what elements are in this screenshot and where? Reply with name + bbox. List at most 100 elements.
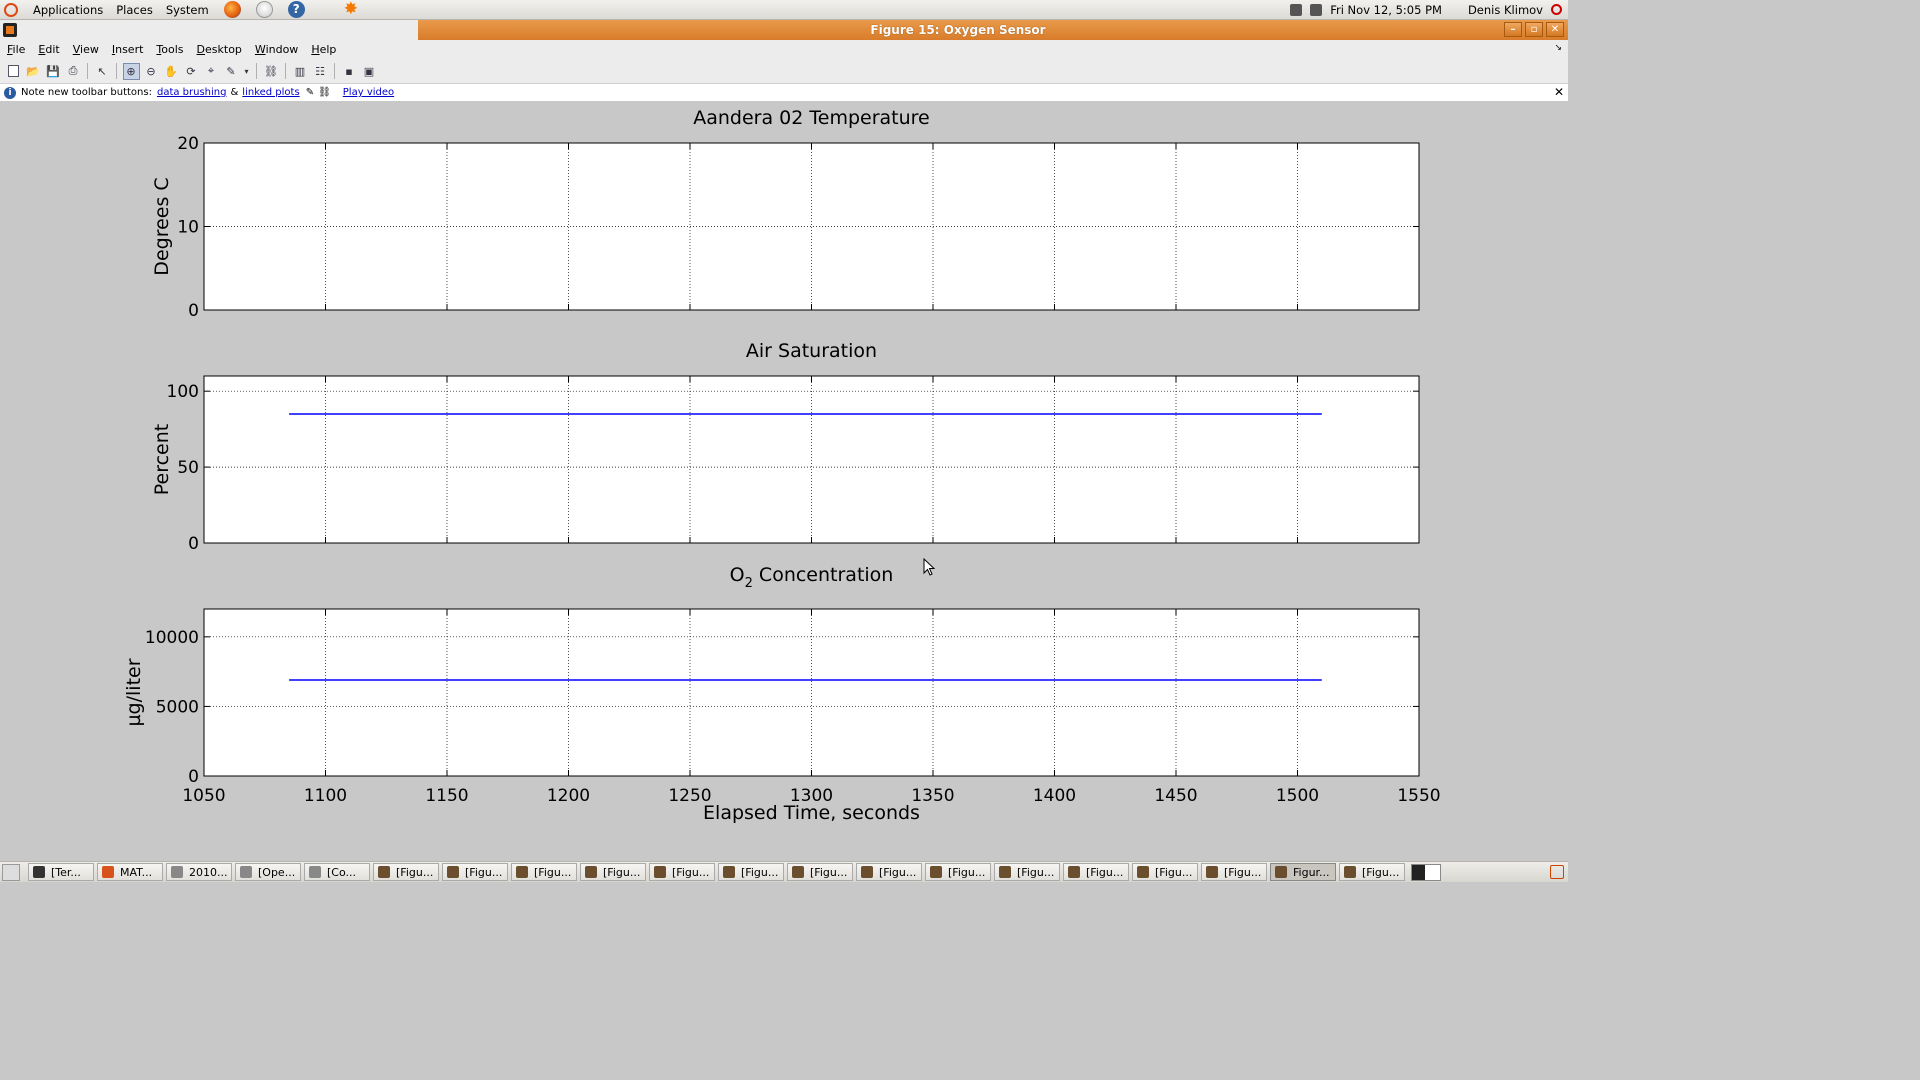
y-axis-label: Percent (151, 424, 173, 496)
firefox-icon[interactable] (223, 1, 241, 18)
taskbar-item-label: [Figu... (1017, 865, 1055, 879)
zoom-in-icon[interactable]: ⊕ (122, 62, 140, 80)
taskbar-item[interactable]: [Figu... (1339, 863, 1405, 881)
minimize-button[interactable]: – (1504, 22, 1522, 37)
taskbar-item[interactable]: [Figu... (1201, 863, 1267, 881)
show-plot-tools-icon[interactable]: ▣ (361, 63, 378, 80)
power-icon[interactable] (1551, 4, 1562, 15)
taskbar-item[interactable]: [Figu... (787, 863, 853, 881)
mail-icon[interactable] (255, 1, 273, 18)
close-button[interactable]: ✕ (1546, 22, 1564, 37)
x-tick-label: 1550 (1397, 786, 1440, 806)
volume-icon[interactable] (1310, 3, 1323, 16)
taskbar-item[interactable]: [Figu... (649, 863, 715, 881)
matlab-figure-icon[interactable] (3, 23, 17, 37)
menu-insert[interactable]: Insert (112, 43, 144, 56)
ubuntu-logo-icon[interactable] (4, 2, 18, 17)
data-cursor-icon[interactable]: ⌖ (203, 63, 220, 80)
taskbar-item[interactable]: 2010... (166, 863, 232, 881)
taskbar-item[interactable]: [Ope... (235, 863, 301, 881)
top-panel: Applications Places System ? ✸ Fri Nov 1… (0, 0, 1568, 20)
window-titlebar[interactable]: Figure 15: Oxygen Sensor – ▫ ✕ (0, 20, 1568, 40)
menu-window[interactable]: Window (255, 43, 298, 56)
figure-canvas[interactable]: 0 10 20 Aandera 02 Temperature Degrees C 0 50 1… (0, 101, 1568, 859)
taskbar-item-label: [Figu... (1086, 865, 1124, 879)
infobar-close-icon[interactable]: ✕ (1554, 85, 1564, 99)
brush-dropdown-icon[interactable]: ▾ (243, 63, 251, 80)
info-icon: i (4, 86, 16, 99)
help-icon[interactable]: ? (287, 1, 305, 18)
user-name[interactable]: Denis Klimov (1468, 3, 1543, 17)
insert-colorbar-icon[interactable]: ▥ (292, 63, 309, 80)
y-tick-label: 50 (177, 458, 199, 478)
taskbar-item-label: [Figu... (810, 865, 848, 879)
clock[interactable]: Fri Nov 12, 5:05 PM (1330, 3, 1442, 17)
menu-help[interactable]: Help (311, 43, 336, 56)
system-menu[interactable]: System (166, 3, 209, 17)
fig-window-icon (1068, 866, 1080, 878)
taskbar-item[interactable]: [Figu... (925, 863, 991, 881)
dock-arrow-icon[interactable]: ↘ (1554, 43, 1562, 53)
menu-tools[interactable]: Tools (156, 43, 183, 56)
pan-hand-icon[interactable]: ✋ (163, 63, 180, 80)
taskbar-item[interactable]: [Figu... (511, 863, 577, 881)
taskbar-item[interactable]: [Figu... (1063, 863, 1129, 881)
insert-legend-icon[interactable]: ☷ (312, 63, 329, 80)
menu-view[interactable]: View (73, 43, 99, 56)
taskbar-item[interactable]: [Ter... (28, 863, 94, 881)
data-brushing-link[interactable]: data brushing (157, 87, 227, 98)
taskbar-item-label: Figur... (1293, 865, 1330, 879)
menu-desktop[interactable]: Desktop (197, 43, 242, 56)
task-list: [Ter... MAT... 2010... [Ope... [Co... [Figu..… (28, 863, 1408, 881)
link-plot-icon[interactable]: ⛓ (263, 63, 280, 80)
hide-plot-tools-icon[interactable]: ▪ (341, 63, 358, 80)
taskbar-item[interactable]: MAT... (97, 863, 163, 881)
x-tick-label: 1100 (304, 786, 347, 806)
taskbar-item[interactable]: [Figu... (856, 863, 922, 881)
new-figure-icon[interactable] (5, 63, 22, 80)
taskbar-item[interactable]: [Figu... (580, 863, 646, 881)
brush-icon[interactable]: ✎ (223, 63, 240, 80)
print-icon[interactable]: ⎙ (65, 63, 82, 80)
open-file-icon[interactable]: 📂 (25, 63, 42, 80)
taskbar-item[interactable]: [Figu... (373, 863, 439, 881)
taskbar-item[interactable]: [Figu... (718, 863, 784, 881)
rotate-3d-icon[interactable]: ⟳ (183, 63, 200, 80)
show-desktop-icon[interactable] (2, 863, 20, 881)
taskbar-item-label: [Figu... (534, 865, 572, 879)
maximize-button[interactable]: ▫ (1525, 22, 1543, 37)
plot-title: Air Saturation (746, 340, 877, 362)
fig-window-icon (1206, 866, 1218, 878)
play-video-link[interactable]: Play video (343, 87, 394, 98)
y-tick-label: 5000 (156, 697, 199, 717)
fig-window-icon (999, 866, 1011, 878)
y-tick-label: 100 (167, 382, 199, 402)
taskbar-item-label: [Figu... (1224, 865, 1262, 879)
doc-window-icon (240, 866, 252, 878)
fig-window-icon (930, 866, 942, 878)
taskbar-item[interactable]: [Figu... (1132, 863, 1198, 881)
save-icon[interactable]: 💾 (45, 63, 62, 80)
workspace-switcher[interactable] (1411, 863, 1441, 881)
menu-edit[interactable]: Edit (38, 43, 59, 56)
network-icon[interactable] (1290, 3, 1303, 16)
taskbar-item-label: [Figu... (396, 865, 434, 879)
update-notifier-icon[interactable]: ✸ (344, 1, 361, 18)
zoom-out-icon[interactable]: ⊖ (143, 63, 160, 80)
taskbar-item-label: [Figu... (603, 865, 641, 879)
edit-plot-arrow-icon[interactable]: ↖ (94, 63, 111, 80)
linked-plots-link[interactable]: linked plots (242, 87, 299, 98)
taskbar-item[interactable]: [Co... (304, 863, 370, 881)
fig-window-icon (792, 866, 804, 878)
taskbar-item[interactable]: [Figu... (994, 863, 1060, 881)
fig-window-icon (447, 866, 459, 878)
applications-menu[interactable]: Applications (33, 3, 103, 17)
trash-icon[interactable] (1550, 865, 1564, 879)
taskbar-item-label: [Figu... (1362, 865, 1400, 879)
taskbar-item[interactable]: Figur... (1270, 863, 1336, 881)
taskbar-item[interactable]: [Figu... (442, 863, 508, 881)
y-tick-label: 0 (188, 301, 199, 321)
figure-toolbar: 📂 💾 ⎙ ↖ ⊕ ⊖ ✋ ⟳ ⌖ ✎ ▾ ⛓ ▥ ☷ ▪ ▣ (0, 59, 1568, 84)
places-menu[interactable]: Places (116, 3, 153, 17)
menu-file[interactable]: File (7, 43, 25, 56)
